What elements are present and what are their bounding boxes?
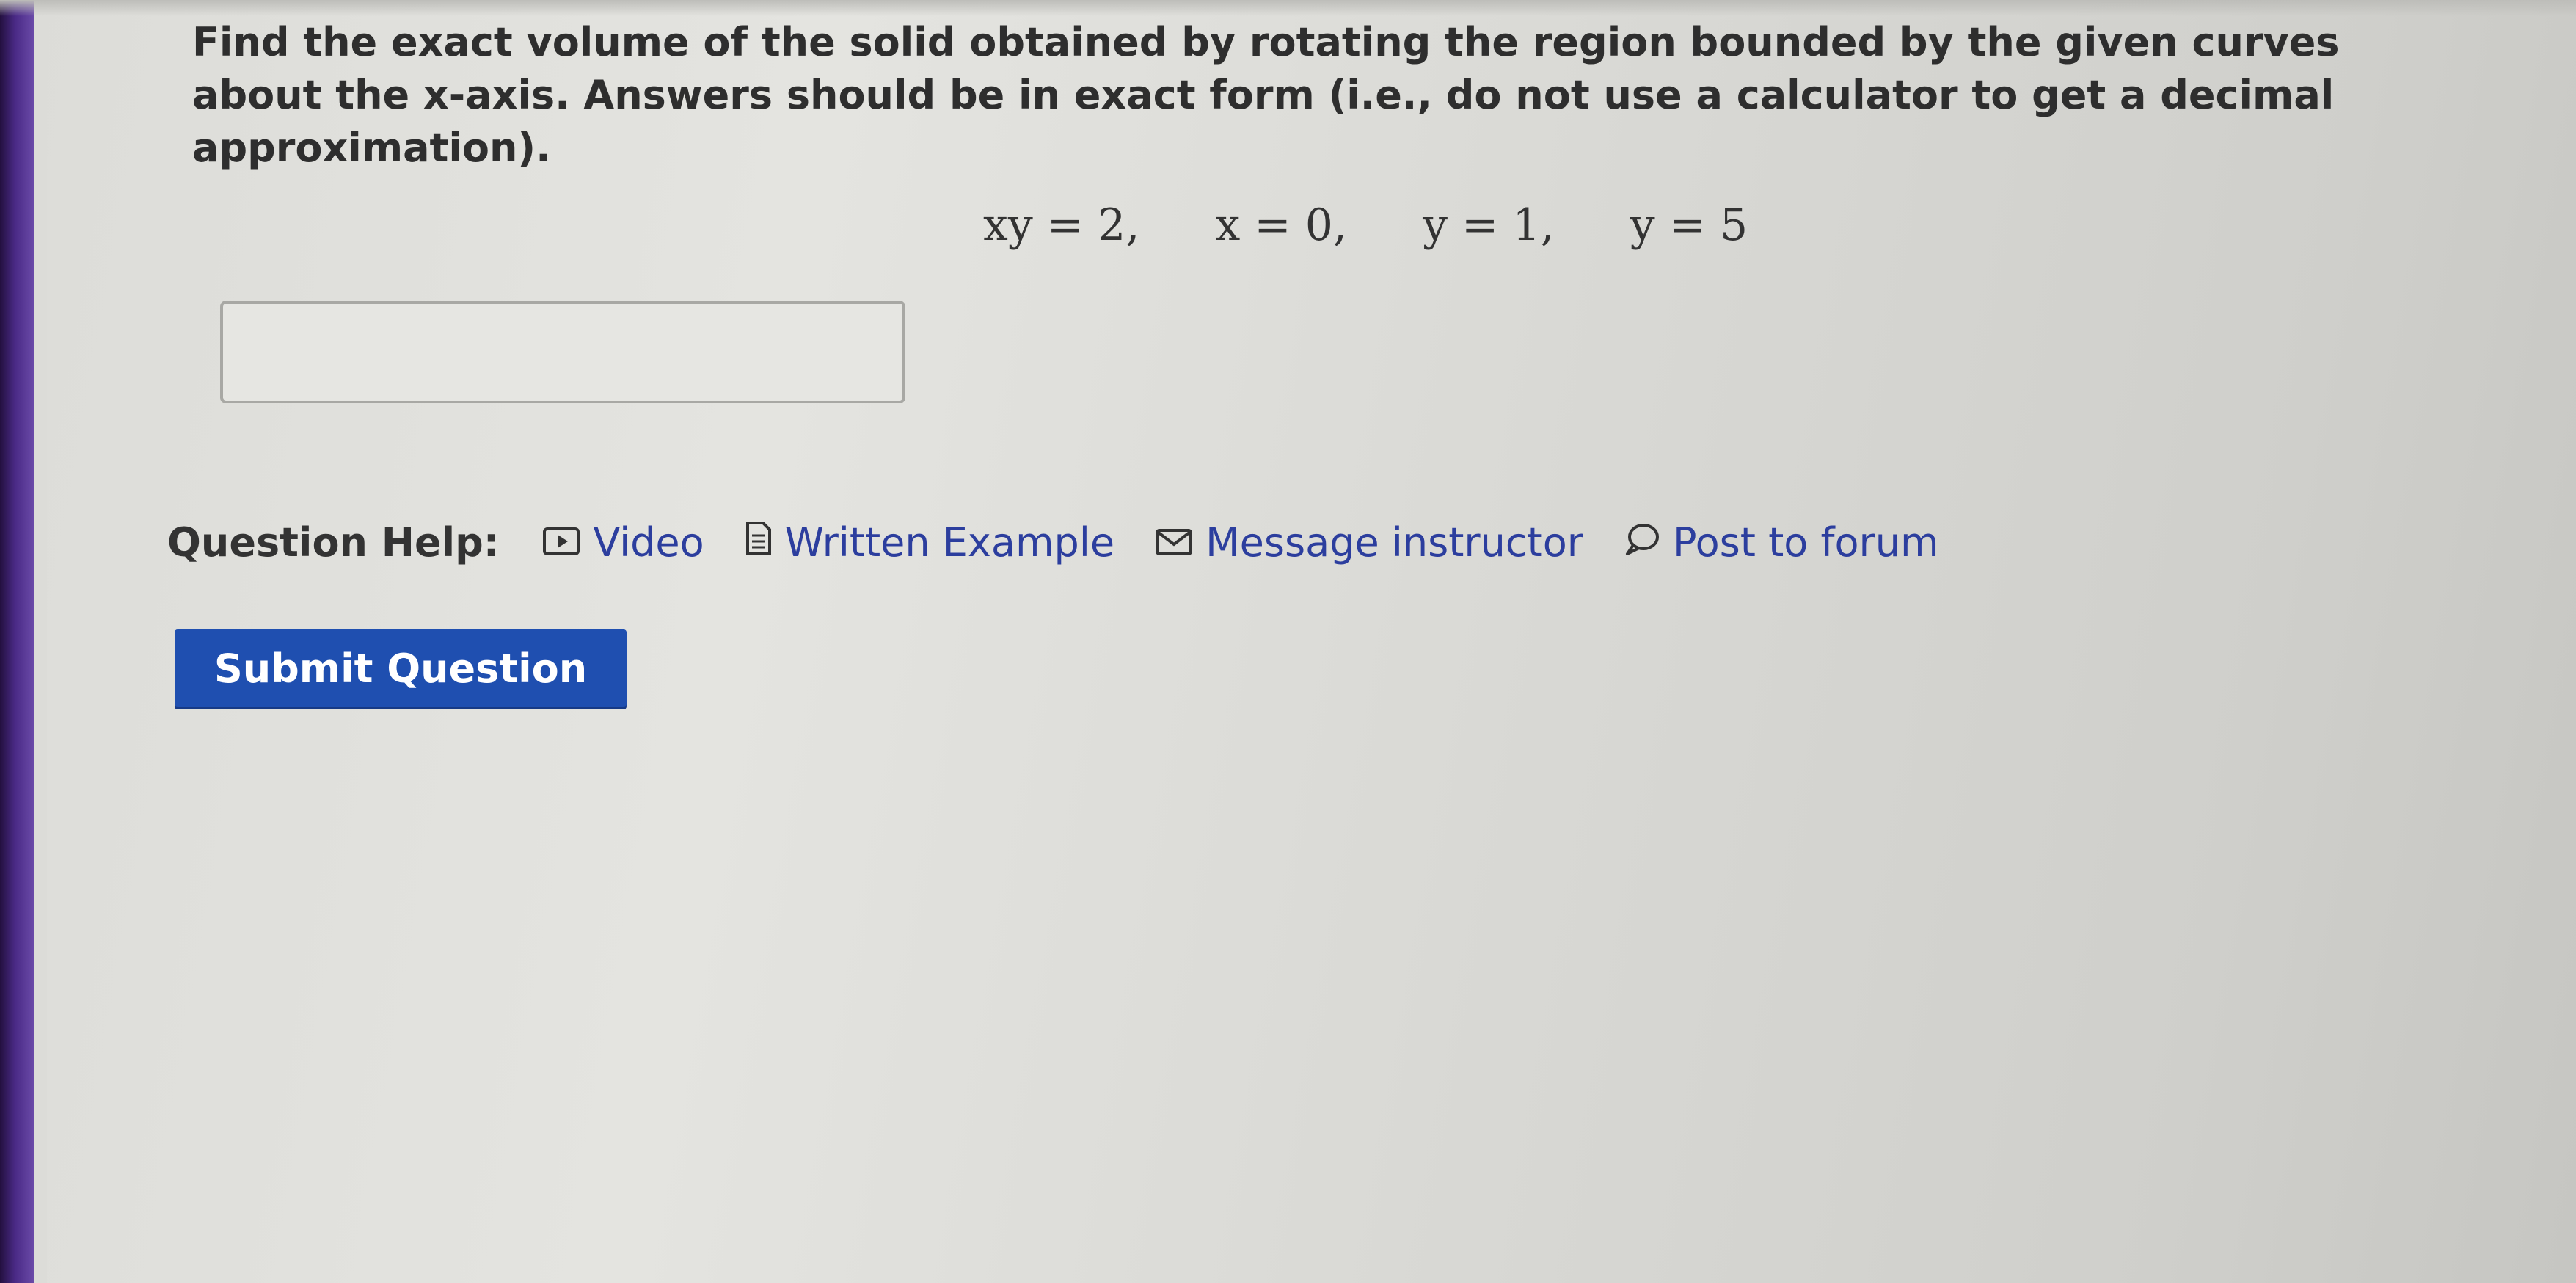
mail-icon	[1156, 519, 1193, 566]
written-example-link-label: Written Example	[784, 519, 1115, 566]
answer-input[interactable]	[220, 301, 905, 403]
question-help-label: Question Help:	[167, 519, 500, 566]
equation-line: xy = 2, x = 0, y = 1, y = 5	[983, 200, 1748, 251]
message-instructor-link-label: Message instructor	[1205, 519, 1583, 566]
equation-term: xy = 2,	[983, 200, 1140, 251]
post-to-forum-link-label: Post to forum	[1672, 519, 1939, 566]
document-icon	[745, 519, 772, 566]
video-link-label: Video	[593, 519, 704, 566]
video-icon	[543, 519, 580, 566]
message-instructor-link[interactable]: Message instructor	[1156, 519, 1583, 566]
video-link[interactable]: Video	[543, 519, 704, 566]
written-example-link[interactable]: Written Example	[745, 519, 1114, 566]
speech-bubble-icon	[1624, 519, 1660, 566]
submit-question-button[interactable]: Submit Question	[175, 629, 627, 707]
post-to-forum-link[interactable]: Post to forum	[1624, 519, 1939, 566]
question-help-bar: Question Help: Video Written Example Mes…	[167, 509, 1980, 575]
equation-term: x = 0,	[1215, 200, 1347, 251]
question-prompt: Find the exact volume of the solid obtai…	[192, 19, 2340, 171]
question-panel: Find the exact volume of the solid obtai…	[0, 0, 2576, 1283]
equation-term: y = 1,	[1423, 200, 1555, 251]
equation-term: y = 5	[1630, 200, 1748, 251]
